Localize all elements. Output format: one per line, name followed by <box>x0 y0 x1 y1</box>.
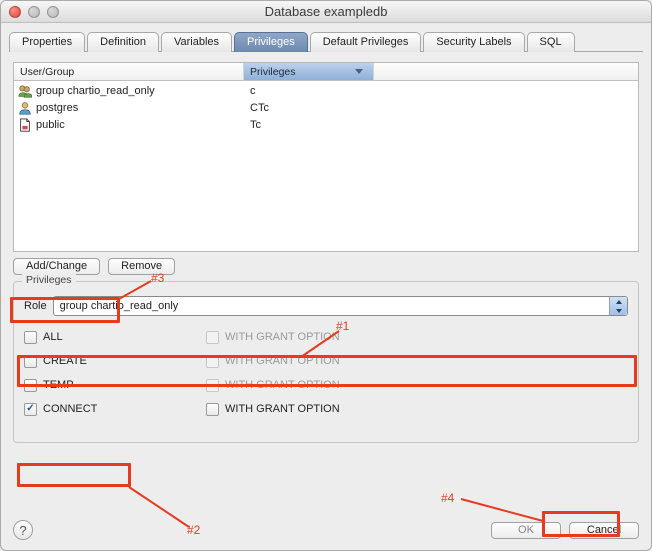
check-create-grant: WITH GRANT OPTION <box>206 355 426 368</box>
checkbox-icon <box>206 331 219 344</box>
check-temp-grant: WITH GRANT OPTION <box>206 379 426 392</box>
role-select-value: group chartio_read_only <box>54 300 609 312</box>
tab-properties[interactable]: Properties <box>9 32 85 52</box>
check-temp[interactable]: TEMP <box>24 379 194 392</box>
tab-bar: Properties Definition Variables Privileg… <box>1 23 651 51</box>
role-select[interactable]: group chartio_read_only <box>53 296 628 316</box>
cell-priv: CTc <box>244 102 374 114</box>
titlebar: Database exampledb <box>1 1 651 23</box>
dialog-window: Database exampledb Properties Definition… <box>0 0 652 551</box>
tab-definition[interactable]: Definition <box>87 32 159 52</box>
checkbox-icon[interactable] <box>206 403 219 416</box>
window-title: Database exampledb <box>1 4 651 19</box>
grant-label: WITH GRANT OPTION <box>225 403 340 415</box>
col-header-privileges[interactable]: Privileges <box>244 63 374 81</box>
check-connect-grant[interactable]: WITH GRANT OPTION <box>206 403 426 416</box>
tab-default-privileges[interactable]: Default Privileges <box>310 32 422 52</box>
minimize-icon[interactable] <box>28 6 40 18</box>
tab-privileges[interactable]: Privileges <box>234 32 308 52</box>
check-connect-label: CONNECT <box>43 403 97 415</box>
annotation-box-2 <box>17 463 131 487</box>
add-change-button[interactable]: Add/Change <box>13 258 100 275</box>
check-all-grant: WITH GRANT OPTION <box>206 331 426 344</box>
tab-variables[interactable]: Variables <box>161 32 232 52</box>
col-header-privileges-label: Privileges <box>250 66 296 78</box>
checkbox-icon[interactable] <box>24 355 37 368</box>
checkbox-icon[interactable] <box>24 403 37 416</box>
grant-label: WITH GRANT OPTION <box>225 355 340 367</box>
col-header-user-group-label: User/Group <box>20 66 74 78</box>
cell-priv: c <box>244 85 374 97</box>
close-icon[interactable] <box>9 6 21 18</box>
checkbox-icon <box>206 379 219 392</box>
cell-user: postgres <box>36 102 78 114</box>
sort-indicator-icon <box>355 69 363 74</box>
check-create-label: CREATE <box>43 355 87 367</box>
check-create[interactable]: CREATE <box>24 355 194 368</box>
zoom-icon[interactable] <box>47 6 59 18</box>
user-icon <box>18 101 32 115</box>
remove-button[interactable]: Remove <box>108 258 175 275</box>
cell-priv: Tc <box>244 119 374 131</box>
annotation-label-4: #4 <box>441 491 454 505</box>
grant-label: WITH GRANT OPTION <box>225 331 340 343</box>
role-label: Role <box>24 300 47 312</box>
checkbox-icon[interactable] <box>24 331 37 344</box>
privileges-fieldset: Role group chartio_read_only ALL WITH GR… <box>13 281 639 443</box>
cell-user: public <box>36 119 65 131</box>
check-connect[interactable]: CONNECT <box>24 403 194 416</box>
cell-user: group chartio_read_only <box>36 85 155 97</box>
check-all[interactable]: ALL <box>24 331 194 344</box>
table-row[interactable]: postgres CTc <box>14 99 638 116</box>
help-icon[interactable]: ? <box>13 520 33 540</box>
cancel-button[interactable]: Cancel <box>569 522 639 539</box>
tab-security-labels[interactable]: Security Labels <box>423 32 524 52</box>
checkbox-icon <box>206 355 219 368</box>
table-row[interactable]: public Tc <box>14 116 638 133</box>
check-temp-label: TEMP <box>43 379 74 391</box>
privileges-list[interactable]: User/Group Privileges group chartio_read… <box>13 62 639 252</box>
table-row[interactable]: group chartio_read_only c <box>14 82 638 99</box>
col-header-spacer <box>374 63 638 81</box>
col-header-user-group[interactable]: User/Group <box>14 63 244 81</box>
tab-sql[interactable]: SQL <box>527 32 575 52</box>
window-controls <box>1 6 59 18</box>
document-icon <box>18 118 32 132</box>
checkbox-icon[interactable] <box>24 379 37 392</box>
grant-label: WITH GRANT OPTION <box>225 379 340 391</box>
group-icon <box>18 84 32 98</box>
stepper-icon[interactable] <box>609 297 627 315</box>
check-all-label: ALL <box>43 331 63 343</box>
ok-button[interactable]: OK <box>491 522 561 539</box>
